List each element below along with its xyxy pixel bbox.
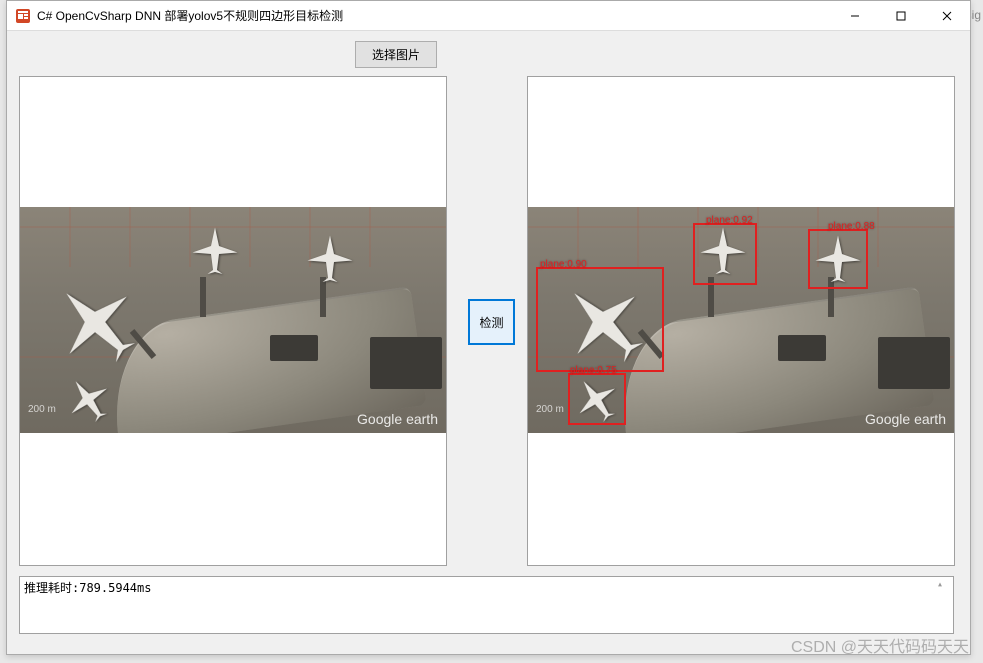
minimize-button[interactable]: [832, 1, 878, 31]
detection-label: plane:0.88: [828, 221, 875, 232]
client-area: 选择图片: [7, 31, 970, 654]
google-earth-logo: Google earth: [357, 411, 438, 427]
app-icon: [15, 8, 31, 24]
scale-bar: 200 m: [536, 404, 564, 415]
choose-image-button[interactable]: 选择图片: [355, 41, 437, 68]
status-textbox[interactable]: 推理耗时:789.5944ms ▴: [19, 576, 954, 634]
source-image: 200 m Google earth: [20, 207, 447, 433]
plane-shape: [305, 233, 355, 283]
result-image-panel: plane:0.90 plane:0.92 plane:0.88 plane:0.75…: [527, 76, 955, 566]
titlebar: C# OpenCvSharp DNN 部署yolov5不规则四边形目标检测: [7, 1, 970, 31]
status-text: 推理耗时:789.5944ms: [24, 581, 151, 595]
source-image-panel: 200 m Google earth: [19, 76, 447, 566]
scale-bar: 200 m: [28, 404, 56, 415]
detect-button[interactable]: 检测: [468, 299, 515, 345]
google-earth-logo: Google earth: [865, 411, 946, 427]
plane-shape: [190, 225, 240, 275]
maximize-button[interactable]: [878, 1, 924, 31]
detection-label: plane:0.75: [570, 365, 617, 376]
plane-shape: [698, 225, 748, 275]
app-window: C# OpenCvSharp DNN 部署yolov5不规则四边形目标检测 选择…: [6, 0, 971, 655]
scroll-up-icon[interactable]: ▴: [937, 579, 951, 590]
plane-shape: [813, 233, 863, 283]
result-image: plane:0.90 plane:0.92 plane:0.88 plane:0.75…: [528, 207, 955, 433]
close-button[interactable]: [924, 1, 970, 31]
detection-label: plane:0.92: [706, 215, 753, 226]
window-title: C# OpenCvSharp DNN 部署yolov5不规则四边形目标检测: [37, 7, 832, 24]
detection-label: plane:0.90: [540, 259, 587, 270]
